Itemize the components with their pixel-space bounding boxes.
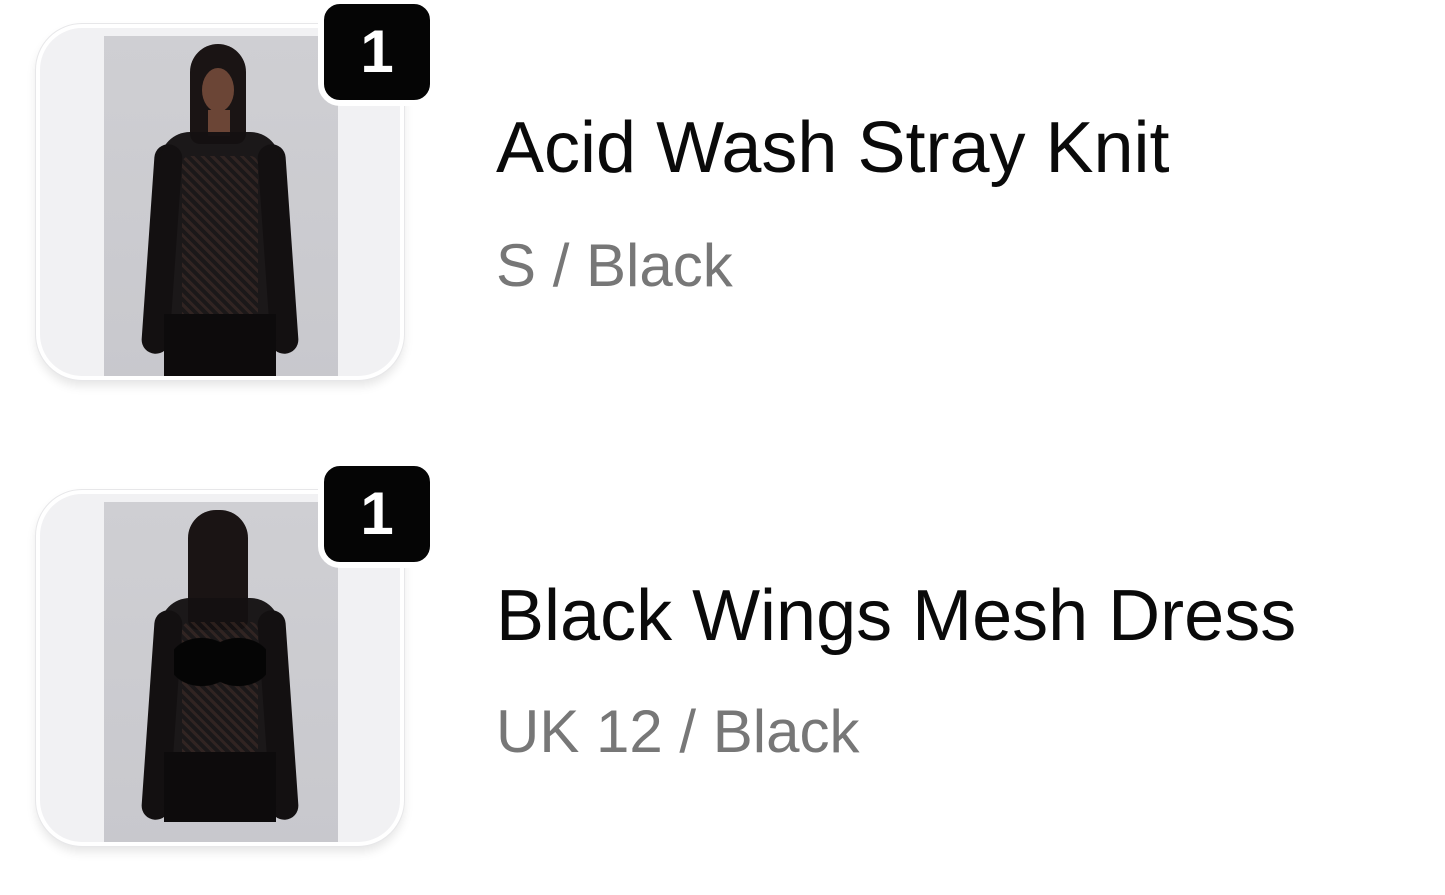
cart-line-item[interactable]: 1 Acid Wash Stray Knit S / Black <box>0 0 1445 440</box>
wings-print <box>174 630 266 710</box>
product-image <box>104 502 338 842</box>
cart-items-list: 1 Acid Wash Stray Knit S / Black 1 Black… <box>0 0 1445 895</box>
product-title[interactable]: Acid Wash Stray Knit <box>496 112 1170 184</box>
product-variant: UK 12 / Black <box>496 698 860 765</box>
garment-skirt <box>164 752 276 822</box>
product-variant: S / Black <box>496 232 733 299</box>
product-image <box>104 36 338 376</box>
quantity-badge: 1 <box>318 0 436 106</box>
garment-texture <box>182 156 258 326</box>
quantity-badge: 1 <box>318 460 436 568</box>
cart-line-item[interactable]: 1 Black Wings Mesh Dress UK 12 / Black <box>0 460 1445 895</box>
garment-bottom <box>164 314 276 376</box>
product-title[interactable]: Black Wings Mesh Dress <box>496 580 1296 652</box>
model-face <box>202 68 234 112</box>
